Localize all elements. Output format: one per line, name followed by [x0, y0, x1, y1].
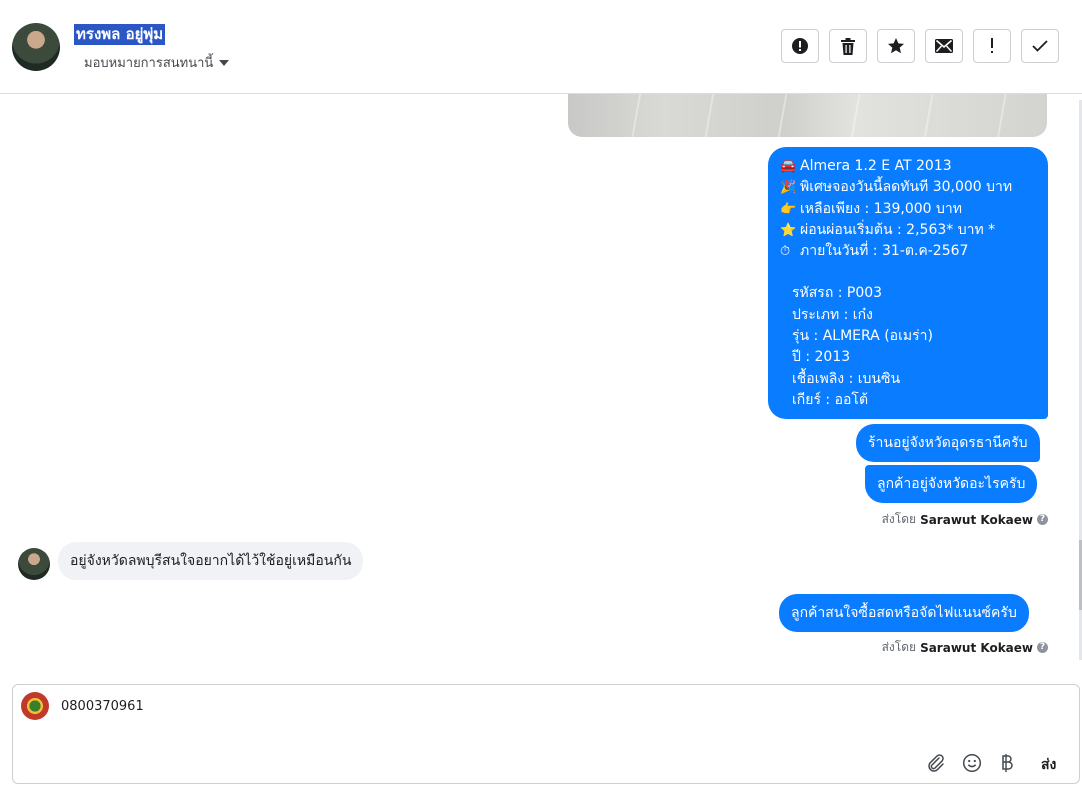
check-icon: [1032, 40, 1048, 52]
message-composer[interactable]: [12, 684, 1080, 784]
card-detail-line: เกียร์ : ออโต้: [792, 391, 869, 408]
card-emoji: ⭐: [780, 222, 797, 238]
contact-avatar-small[interactable]: [18, 548, 50, 580]
sent-by-name: Sarawut Kokaew: [920, 512, 1033, 527]
contact-name[interactable]: ทรงพล อยู่พุ่ม: [74, 24, 166, 45]
smiley-icon[interactable]: [961, 752, 983, 774]
card-detail-line: รหัสรถ : P003: [792, 285, 883, 302]
sent-by-label: ส่งโดย Sarawut Kokaew ?: [882, 638, 1048, 657]
paperclip-icon[interactable]: [925, 752, 947, 774]
car-listing-message: 🚘 Almera 1.2 E AT 2013 🎉 พิเศษจองวันนี้ลดทั…: [768, 147, 1048, 419]
star-button[interactable]: [877, 29, 915, 63]
sent-by-name: Sarawut Kokaew: [920, 640, 1033, 655]
card-line: ⭐ ผ่อนผ่อนเริ่มต้น : 2,563* บาท *: [780, 220, 1036, 241]
outgoing-message: ลูกค้าสนใจซื้อสดหรือจัดไฟแนนซ์ครับ: [779, 594, 1029, 632]
card-detail-line: ประเภท : เก๋ง: [792, 306, 873, 323]
card-detail-line: รุ่น : ALMERA (อเมร่า): [792, 328, 933, 345]
mark-done-button[interactable]: [1021, 29, 1059, 63]
help-icon[interactable]: ?: [1037, 514, 1048, 525]
car-photo-attachment[interactable]: [568, 94, 1047, 137]
incoming-message: อยู่จังหวัดลพบุรีสนใจอยากได้ไว้ใช้อยู่เห…: [58, 542, 364, 580]
mark-spam-button[interactable]: [781, 29, 819, 63]
trash-icon: [841, 37, 855, 55]
sent-by-label: ส่งโดย Sarawut Kokaew ?: [882, 510, 1048, 529]
follow-up-button[interactable]: [973, 29, 1011, 63]
card-line-text: ผ่อนผ่อนเริ่มต้น : 2,563* บาท *: [800, 221, 996, 238]
card-line-text: ภายในวันที่ : 31-ต.ค-2567: [800, 243, 969, 260]
card-emoji: 🚘: [780, 159, 797, 174]
help-icon[interactable]: ?: [1037, 642, 1048, 653]
exclamation-icon: [991, 38, 993, 53]
outgoing-message: ร้านอยู่จังหวัดอุดรธานีครับ: [856, 424, 1040, 462]
card-emoji: 🎉: [780, 180, 797, 196]
delete-button[interactable]: [829, 29, 867, 63]
mail-icon: [935, 39, 953, 53]
sent-by-prefix: ส่งโดย: [881, 512, 917, 526]
sent-by-prefix: ส่งโดย: [881, 640, 917, 654]
card-line: 🚘 Almera 1.2 E AT 2013: [780, 156, 1036, 177]
baht-icon[interactable]: [996, 752, 1018, 774]
card-line: 🎉 พิเศษจองวันนี้ลดทันที 30,000 บาท: [780, 177, 1036, 198]
card-emoji: 👉: [780, 201, 797, 217]
conversation-header: ทรงพล อยู่พุ่ม มอบหมายการสนทนานี้: [0, 0, 1082, 94]
card-emoji: ⏱: [780, 244, 791, 260]
page-avatar: [21, 692, 49, 720]
card-line-text: Almera 1.2 E AT 2013: [800, 158, 952, 174]
outgoing-message: ลูกค้าอยู่จังหวัดอะไรครับ: [865, 465, 1038, 503]
assign-conversation-dropdown[interactable]: มอบหมายการสนทนานี้: [84, 52, 230, 73]
card-line-text: เหลือเพียง : 139,000 บาท: [800, 200, 962, 217]
card-line-text: พิเศษจองวันนี้ลดทันที 30,000 บาท: [800, 179, 1013, 196]
caret-down-icon: [219, 59, 230, 66]
alert-circle-icon: [792, 38, 808, 54]
card-line: ⏱ ภายในวันที่ : 31-ต.ค-2567: [780, 241, 1036, 262]
assign-label: มอบหมายการสนทนานี้: [84, 56, 214, 71]
card-line: 👉 เหลือเพียง : 139,000 บาท: [780, 199, 1036, 220]
card-detail-line: ปี : 2013: [792, 349, 851, 366]
card-detail-line: เชื้อเพลิง : เบนซิน: [792, 370, 901, 387]
message-input[interactable]: 0800370961: [61, 699, 144, 714]
star-icon: [888, 38, 904, 54]
send-button[interactable]: ส่ง: [1041, 754, 1056, 776]
mark-unread-button[interactable]: [925, 29, 963, 63]
contact-avatar[interactable]: [12, 23, 60, 71]
